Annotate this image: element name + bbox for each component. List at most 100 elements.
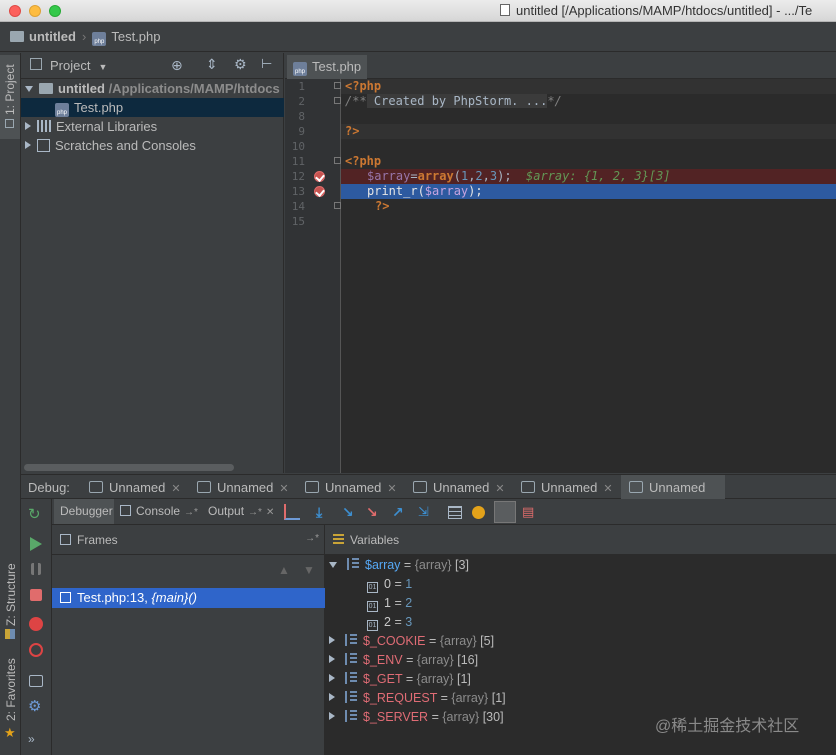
move-down-icon[interactable]: ▼ (303, 563, 315, 577)
evaluate-expression-icon[interactable] (448, 506, 462, 519)
run-to-cursor-icon[interactable]: ⇲ (418, 504, 434, 520)
folded-comment[interactable]: Created by PhpStorm. ... (366, 94, 548, 108)
tree-item-test-php[interactable]: php Test.php (21, 98, 284, 117)
close-tab-icon[interactable]: ✕ (171, 483, 180, 495)
structure-tool-tab[interactable]: Z: Structure (4, 563, 18, 626)
close-window-button[interactable] (9, 5, 21, 17)
variable-row-get[interactable]: $_GET = {array} [1] (329, 670, 471, 689)
view-breakpoints-icon[interactable] (29, 617, 43, 631)
pause-icon[interactable] (31, 563, 41, 575)
variable-child-row[interactable]: 01 2 = 3 (367, 613, 412, 632)
element-key: 1 (384, 596, 391, 610)
settings-gear-icon[interactable]: ⚙ (234, 56, 247, 73)
debug-tab-unnamed-6[interactable]: Unnamed (621, 475, 725, 499)
stop-icon[interactable] (30, 589, 42, 601)
editor-gutter[interactable]: 1 2 8 9 10 11 12 13 14 15 (285, 79, 341, 473)
folder-icon (39, 83, 53, 94)
pin-icon[interactable]: →* (184, 507, 198, 518)
variable-equals: = (429, 634, 437, 648)
project-view-selector[interactable]: Project ▼ (50, 58, 107, 73)
close-tab-icon[interactable]: ✕ (495, 483, 504, 495)
variable-equals: = (431, 710, 439, 724)
tree-item-untitled[interactable]: untitled /Applications/MAMP/htdocs (21, 79, 284, 98)
move-up-icon[interactable]: ▲ (278, 563, 290, 577)
pin-icon[interactable]: →* (305, 533, 319, 544)
debug-tab-unnamed-3[interactable]: Unnamed ✕ (305, 475, 397, 499)
settings-toggle-icon[interactable] (494, 501, 516, 523)
php-close-tag: ?> (375, 199, 390, 213)
line-number: 14 (291, 200, 305, 213)
force-step-into-icon[interactable]: ↘ (366, 504, 382, 520)
close-tab-icon[interactable]: ✕ (266, 507, 274, 518)
variable-row-request[interactable]: $_REQUEST = {array} [1] (329, 689, 506, 708)
favorites-tool-tab[interactable]: 2: Favorites (4, 658, 18, 721)
maximize-window-button[interactable] (49, 5, 61, 17)
more-icon[interactable]: » (28, 731, 44, 747)
collapse-all-icon[interactable]: ⇕ (206, 56, 218, 73)
debug-tab-unnamed-5[interactable]: Unnamed ✕ (521, 475, 613, 499)
code-paren: ( (453, 169, 461, 183)
horizontal-scrollbar[interactable] (24, 464, 234, 471)
fold-marker-icon[interactable] (334, 97, 341, 104)
variable-equals: = (394, 577, 402, 591)
restore-layout-icon[interactable]: ▤ (522, 504, 538, 520)
variable-equals: = (405, 672, 414, 686)
hide-panel-icon[interactable]: ⊢ (261, 56, 272, 72)
code-editor[interactable]: 1 2 8 9 10 11 12 13 14 15 <?php /** Crea… (285, 79, 836, 473)
collapse-arrow-icon (329, 674, 335, 682)
rerun-icon[interactable]: ↻ (28, 507, 44, 523)
variable-type: {array} (439, 634, 477, 648)
code-line-14: ?> (375, 199, 389, 213)
variables-header: Variables (325, 525, 836, 555)
settings-gear-icon[interactable]: ⚙ (28, 699, 44, 715)
close-tab-icon[interactable]: ✕ (387, 483, 396, 495)
breadcrumb-separator-icon: › (82, 29, 87, 44)
close-tab-icon[interactable]: ✕ (603, 483, 612, 495)
variable-row-array[interactable]: $array = {array} [3] (329, 556, 469, 575)
step-over-icon[interactable]: ⤓ (316, 504, 332, 520)
breadcrumb-project[interactable]: untitled (10, 29, 76, 44)
scroll-from-source-icon[interactable]: ⊕ (171, 57, 183, 74)
frame-row[interactable]: Test.php:13, {main}() (52, 588, 325, 608)
tab-console[interactable]: Console →* (120, 499, 198, 524)
variable-row-cookie[interactable]: $_COOKIE = {array} [5] (329, 632, 494, 651)
breadcrumb-file[interactable]: › php Test.php (82, 29, 161, 46)
variable-count: [1] (456, 672, 471, 686)
variable-name: $_ENV (363, 653, 403, 667)
step-into-icon[interactable]: ↘ (342, 504, 358, 520)
step-out-icon[interactable]: ↗ (392, 504, 408, 520)
variable-child-row[interactable]: 01 0 = 1 (367, 575, 412, 594)
tab-output[interactable]: Output →* ✕ (208, 499, 274, 524)
breakpoint-icon[interactable] (314, 171, 325, 182)
debug-tab-unnamed-4[interactable]: Unnamed ✕ (413, 475, 505, 499)
code-line-9: ?> (345, 124, 359, 138)
element-value: 2 (405, 596, 413, 610)
layout-icon[interactable] (29, 675, 43, 687)
fold-marker-icon[interactable] (334, 82, 341, 89)
project-tool-tab[interactable]: 1: Project (0, 55, 20, 139)
debug-tab-unnamed-2[interactable]: Unnamed ✕ (197, 475, 289, 499)
mute-breakpoints-icon[interactable] (29, 643, 43, 657)
variable-row-env[interactable]: $_ENV = {array} [16] (329, 651, 478, 670)
variable-type: {array} (414, 558, 452, 572)
variable-row-server[interactable]: $_SERVER = {array} [30] (329, 708, 504, 727)
line-number: 11 (291, 155, 305, 168)
watermark: @稀土掘金技术社区 (655, 718, 800, 735)
show-execution-point-icon[interactable] (284, 504, 300, 520)
breakpoint-icon[interactable] (314, 186, 325, 197)
tab-debugger[interactable]: Debugger (54, 499, 114, 524)
php-debug-icon (305, 481, 319, 493)
debug-tab-unnamed-1[interactable]: Unnamed ✕ (89, 475, 181, 499)
close-tab-icon[interactable]: ✕ (279, 483, 288, 495)
pin-icon[interactable]: →* (248, 507, 262, 518)
minimize-window-button[interactable] (29, 5, 41, 17)
variable-child-row[interactable]: 01 1 = 2 (367, 594, 412, 613)
tree-item-external-libraries[interactable]: External Libraries (21, 117, 284, 136)
fold-marker-icon[interactable] (334, 202, 341, 209)
tree-item-scratches[interactable]: Scratches and Consoles (21, 136, 284, 155)
debug-tab-label: Unnamed (541, 480, 598, 495)
fold-marker-icon[interactable] (334, 157, 341, 164)
editor-tab-test-php[interactable]: php Test.php (287, 55, 367, 79)
resume-icon[interactable] (30, 537, 42, 551)
watch-icon[interactable] (472, 506, 485, 519)
